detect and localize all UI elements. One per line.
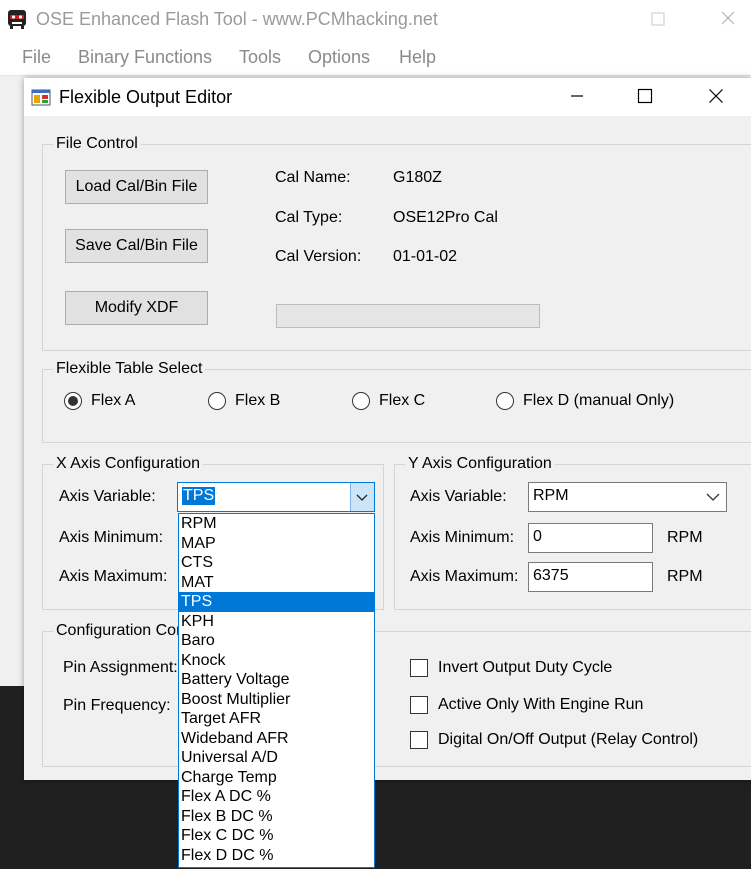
dropdown-option[interactable]: Charge Temp xyxy=(179,768,374,788)
radio-flex-b[interactable] xyxy=(208,392,226,410)
y-axis-maximum-value: 6375 xyxy=(533,567,569,584)
dropdown-option[interactable]: MAP xyxy=(179,534,374,554)
minimize-icon xyxy=(571,95,583,97)
menu-tools[interactable]: Tools xyxy=(239,47,281,68)
main-title-bar: OSE Enhanced Flash Tool - www.PCMhacking… xyxy=(0,0,751,40)
y-axis-configuration-legend: Y Axis Configuration xyxy=(405,455,555,473)
radio-flex-d-label[interactable]: Flex D (manual Only) xyxy=(523,392,674,410)
file-control-legend: File Control xyxy=(53,135,141,153)
invert-output-duty-cycle-checkbox[interactable] xyxy=(410,659,428,677)
x-axis-maximum-label: Axis Maximum: xyxy=(59,568,168,585)
radio-flex-a[interactable] xyxy=(64,392,82,410)
y-axis-maximum-unit: RPM xyxy=(667,568,703,585)
dropdown-option[interactable]: KPH xyxy=(179,612,374,632)
radio-flex-d[interactable] xyxy=(496,392,514,410)
maximize-icon xyxy=(637,88,653,104)
active-only-with-engine-run-checkbox[interactable] xyxy=(410,696,428,714)
x-axis-variable-value: TPS xyxy=(182,487,216,505)
ose-logo-icon xyxy=(8,10,26,29)
x-axis-variable-dropdown-list[interactable]: RPM MAP CTS MAT TPS KPH Baro Knock Battery Volta… xyxy=(178,513,375,868)
editor-close-button[interactable] xyxy=(693,82,739,112)
main-window-title: OSE Enhanced Flash Tool - www.PCMhacking… xyxy=(36,9,438,29)
dropdown-option[interactable]: Flex C DC % xyxy=(179,826,374,846)
y-axis-minimum-value: 0 xyxy=(533,528,542,545)
editor-maximize-button[interactable] xyxy=(622,82,668,112)
y-axis-variable-combobox[interactable]: RPM xyxy=(528,482,727,512)
configuration-control-legend: Configuration Con xyxy=(53,622,188,640)
modify-xdf-button[interactable]: Modify XDF xyxy=(65,291,208,325)
dropdown-option[interactable]: Flex B DC % xyxy=(179,807,374,827)
menu-help[interactable]: Help xyxy=(399,47,436,68)
main-close-button[interactable] xyxy=(708,6,748,34)
y-axis-minimum-unit: RPM xyxy=(667,529,703,546)
main-menu-bar: File Binary Functions Tools Options Help xyxy=(0,40,751,76)
radio-flex-c-label[interactable]: Flex C xyxy=(379,392,425,410)
progress-bar xyxy=(276,304,540,328)
menu-separator xyxy=(0,75,751,76)
cal-type-label: Cal Type: xyxy=(275,209,343,226)
cal-version-label: Cal Version: xyxy=(275,248,362,265)
digital-on-off-output-label[interactable]: Digital On/Off Output (Relay Control) xyxy=(438,731,698,749)
dropdown-option[interactable]: Flex A DC % xyxy=(179,787,374,807)
editor-title-bar: Flexible Output Editor xyxy=(24,78,751,116)
radio-flex-a-label[interactable]: Flex A xyxy=(91,392,135,410)
y-axis-dropdown-button[interactable] xyxy=(702,483,726,511)
cal-name-label: Cal Name: xyxy=(275,169,351,186)
dropdown-option[interactable]: Battery Voltage xyxy=(179,670,374,690)
close-icon xyxy=(721,11,735,25)
app-window-icon xyxy=(31,89,51,106)
chevron-down-icon xyxy=(356,494,368,501)
dropdown-option[interactable]: Knock xyxy=(179,651,374,671)
pin-assignment-label: Pin Assignment: xyxy=(63,659,178,676)
x-axis-variable-combobox[interactable]: TPS xyxy=(177,482,375,512)
menu-options[interactable]: Options xyxy=(308,47,370,68)
active-only-with-engine-run-label[interactable]: Active Only With Engine Run xyxy=(438,696,643,714)
dropdown-option[interactable]: Wideband AFR xyxy=(179,729,374,749)
load-cal-bin-button[interactable]: Load Cal/Bin File xyxy=(65,170,208,204)
dropdown-option[interactable]: Universal A/D xyxy=(179,748,374,768)
y-axis-minimum-label: Axis Minimum: xyxy=(410,529,515,546)
y-axis-variable-label: Axis Variable: xyxy=(410,488,507,505)
dropdown-option[interactable]: MAT xyxy=(179,573,374,593)
digital-on-off-output-checkbox[interactable] xyxy=(410,731,428,749)
editor-minimize-button[interactable] xyxy=(554,82,600,112)
pin-frequency-label: Pin Frequency: xyxy=(63,697,171,714)
dropdown-option[interactable]: CTS xyxy=(179,553,374,573)
dropdown-option[interactable]: Baro xyxy=(179,631,374,651)
cal-name-value: G180Z xyxy=(393,169,442,186)
x-axis-dropdown-button[interactable] xyxy=(350,483,374,511)
x-axis-configuration-legend: X Axis Configuration xyxy=(53,455,204,473)
save-cal-bin-button[interactable]: Save Cal/Bin File xyxy=(65,229,208,263)
dropdown-option[interactable]: Target AFR xyxy=(179,709,374,729)
y-axis-maximum-label: Axis Maximum: xyxy=(410,568,519,585)
editor-window-title: Flexible Output Editor xyxy=(59,87,233,107)
y-axis-minimum-input[interactable]: 0 xyxy=(528,523,653,553)
x-axis-variable-label: Axis Variable: xyxy=(59,488,156,505)
x-axis-minimum-label: Axis Minimum: xyxy=(59,529,164,546)
radio-flex-c[interactable] xyxy=(352,392,370,410)
cal-version-value: 01-01-02 xyxy=(393,248,458,265)
main-maximize-button[interactable] xyxy=(638,6,678,34)
dropdown-option[interactable]: Flex D DC % xyxy=(179,846,374,866)
close-icon xyxy=(709,89,723,103)
flexible-table-select-legend: Flexible Table Select xyxy=(53,360,206,378)
dropdown-option[interactable]: RPM xyxy=(179,514,374,534)
chevron-down-icon xyxy=(706,493,720,501)
y-axis-maximum-input[interactable]: 6375 xyxy=(528,562,653,592)
menu-file[interactable]: File xyxy=(22,47,51,68)
y-axis-variable-value: RPM xyxy=(533,487,569,504)
radio-flex-b-label[interactable]: Flex B xyxy=(235,392,280,410)
radio-selected-dot xyxy=(68,396,78,406)
invert-output-duty-cycle-label[interactable]: Invert Output Duty Cycle xyxy=(438,659,612,677)
maximize-icon xyxy=(651,12,665,26)
cal-type-value: OSE12Pro Cal xyxy=(393,209,498,226)
dropdown-option[interactable]: TPS xyxy=(179,592,374,612)
dropdown-option[interactable]: Boost Multiplier xyxy=(179,690,374,710)
menu-binary-functions[interactable]: Binary Functions xyxy=(78,47,212,68)
